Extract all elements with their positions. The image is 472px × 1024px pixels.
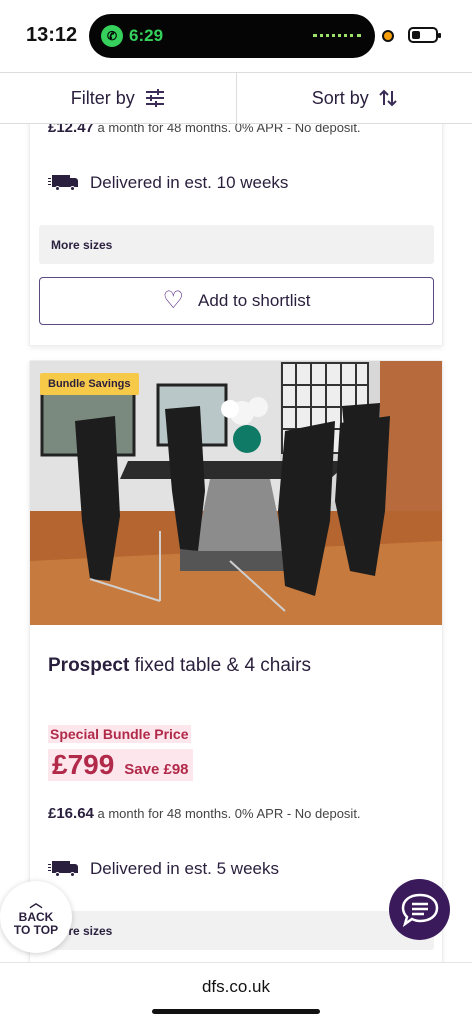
special-price-label: Special Bundle Price — [48, 725, 191, 743]
finance-terms: a month for 48 months. 0% APR - No depos… — [97, 124, 361, 135]
more-sizes-label: More sizes — [51, 237, 113, 252]
delivery-text: Delivered in est. 5 weeks — [90, 859, 279, 878]
price-block: £799 Save £98 — [48, 749, 193, 781]
delivery-estimate: Delivered in est. 10 weeks — [48, 173, 288, 193]
back-to-top-button[interactable]: ︿ BACK TO TOP — [0, 881, 72, 953]
product-list[interactable]: £12.47 a month for 48 months. 0% APR - N… — [0, 124, 472, 962]
audio-wave-icon — [313, 34, 361, 37]
savings-amount: Save £98 — [124, 761, 189, 778]
back-to-top-line1: BACK — [18, 909, 54, 924]
delivery-text: Delivered in est. 10 weeks — [90, 173, 289, 192]
finance-terms: a month for 48 months. 0% APR - No depos… — [97, 806, 361, 821]
finance-line: £16.64 a month for 48 months. 0% APR - N… — [48, 805, 361, 822]
more-sizes-button[interactable]: More sizes — [39, 911, 434, 950]
chat-bubble-icon — [401, 893, 438, 927]
shortlist-label: Add to shortlist — [198, 291, 311, 310]
back-to-top-line2: TO TOP — [13, 923, 59, 938]
truck-icon — [48, 175, 80, 191]
status-bar: 13:12 ✆ 6:29 — [0, 0, 472, 72]
finance-amount: £12.47 — [48, 124, 94, 136]
chevron-up-icon: ︿ — [29, 894, 43, 910]
product-card: £12.47 a month for 48 months. 0% APR - N… — [29, 124, 443, 346]
sort-arrows-icon — [379, 89, 397, 107]
filter-sort-bar: Filter by Sort by — [0, 72, 472, 124]
product-image[interactable]: Bundle Savings — [30, 361, 442, 625]
url-text[interactable]: dfs.co.uk — [0, 977, 472, 997]
filter-label: Filter by — [70, 87, 135, 108]
mic-indicator-icon — [382, 30, 394, 42]
finance-line: £12.47 a month for 48 months. 0% APR - N… — [48, 124, 361, 136]
truck-icon — [48, 861, 80, 877]
home-indicator[interactable] — [152, 1009, 320, 1014]
dining-set-illustration — [30, 361, 442, 625]
heart-icon: ♡ — [162, 287, 185, 314]
chat-button[interactable] — [389, 879, 450, 940]
current-price: £799 — [52, 749, 115, 780]
product-description: fixed table & 4 chairs — [134, 655, 311, 676]
sort-label: Sort by — [311, 87, 369, 108]
sliders-icon — [145, 89, 164, 107]
sort-button[interactable]: Sort by — [235, 73, 472, 123]
add-to-shortlist-button[interactable]: ♡ Add to shortlist — [39, 277, 434, 325]
browser-address-bar[interactable]: dfs.co.uk — [0, 962, 472, 1024]
product-brand: Prospect — [48, 655, 130, 676]
call-indicator: ✆ 6:29 — [101, 24, 163, 48]
call-timer: 6:29 — [129, 26, 164, 45]
finance-amount: £16.64 — [48, 805, 94, 822]
product-title[interactable]: Prospect fixed table & 4 chairs — [48, 655, 311, 677]
clock: 13:12 — [26, 24, 78, 46]
delivery-estimate: Delivered in est. 5 weeks — [48, 859, 279, 879]
filter-button[interactable]: Filter by — [0, 73, 236, 123]
phone-icon: ✆ — [101, 25, 123, 47]
battery-icon — [408, 27, 441, 43]
product-card[interactable]: Bundle Savings Prospect fixed table & 4 … — [29, 360, 443, 962]
bundle-savings-badge: Bundle Savings — [40, 373, 139, 395]
more-sizes-button[interactable]: More sizes — [39, 225, 434, 264]
dynamic-island[interactable]: ✆ 6:29 — [89, 14, 375, 58]
